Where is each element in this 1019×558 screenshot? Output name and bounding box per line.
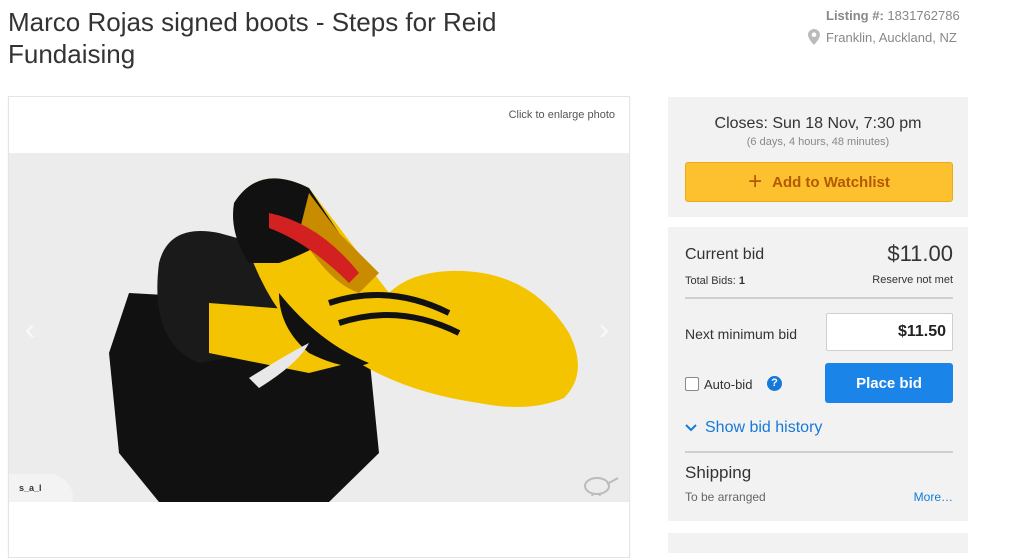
bid-amount-input[interactable]: $11.50 <box>826 313 953 351</box>
photo-card: Click to enlarge photo ‹ › s_a_l <box>8 96 630 558</box>
listing-number: 1831762786 <box>887 8 960 23</box>
shipping-label: Shipping <box>685 463 752 482</box>
bid-actions: Auto-bid ? Place bid <box>685 363 953 403</box>
chevron-left-icon[interactable]: ‹ <box>25 313 35 347</box>
total-bids: Total Bids: 1 <box>685 275 745 287</box>
enlarge-photo-link[interactable]: Click to enlarge photo <box>509 109 615 121</box>
chevron-down-icon <box>685 424 697 432</box>
location: Franklin, Auckland, NZ <box>808 29 978 45</box>
chevron-right-icon[interactable]: › <box>599 313 609 347</box>
bid-history-label: Show bid history <box>705 419 823 436</box>
listing-title: Marco Rojas signed boots - Steps for Rei… <box>8 7 497 69</box>
listing-info: Listing #: 1831762786 Franklin, Auckland… <box>808 8 978 45</box>
plus-icon: + <box>748 168 763 195</box>
autobid-checkbox[interactable] <box>685 377 699 391</box>
show-bid-history-link[interactable]: Show bid history <box>685 419 822 437</box>
shipping-section: Shipping To be arranged More… <box>685 461 953 511</box>
photo-watermark: s_a_l <box>9 474 73 502</box>
total-bids-count: 1 <box>738 275 745 287</box>
reserve-status: Reserve not met <box>872 274 953 286</box>
listing-number-line: Listing #: 1831762786 <box>808 8 978 23</box>
next-panel <box>668 533 968 553</box>
closes-time: Closes: Sun 18 Nov, 7:30 pm <box>714 115 922 132</box>
bid-history-section: Show bid history <box>685 417 953 453</box>
map-pin-icon <box>808 29 820 45</box>
current-bid-section: Current bid $11.00 Total Bids: 1 Reserve… <box>685 241 953 299</box>
current-bid-value: $11.00 <box>887 241 953 266</box>
location-text: Franklin, Auckland, NZ <box>826 29 957 45</box>
place-bid-button[interactable]: Place bid <box>825 363 953 403</box>
boots-photo-illustration <box>9 153 629 502</box>
add-to-watchlist-button[interactable]: + Add to Watchlist <box>685 162 953 202</box>
autobid-label[interactable]: Auto-bid <box>704 377 752 392</box>
current-bid-label: Current bid <box>685 246 765 263</box>
closing-panel: Closes: Sun 18 Nov, 7:30 pm (6 days, 4 h… <box>668 97 968 217</box>
next-min-bid-label: Next minimum bid <box>685 326 798 342</box>
shipping-value: To be arranged <box>685 490 766 504</box>
total-bids-label: Total Bids: <box>685 275 736 287</box>
help-icon[interactable]: ? <box>767 376 782 391</box>
shipping-more-link[interactable]: More… <box>914 490 953 504</box>
time-remaining: (6 days, 4 hours, 48 minutes) <box>746 136 890 148</box>
watchlist-label: Add to Watchlist <box>772 173 890 191</box>
bidding-panel: Current bid $11.00 Total Bids: 1 Reserve… <box>668 227 968 521</box>
main-photo[interactable]: ‹ › s_a_l <box>9 153 629 502</box>
next-bid-section: Next minimum bid $11.50 <box>685 313 953 353</box>
listing-number-label: Listing #: <box>826 8 884 23</box>
kiwi-logo-icon <box>584 477 619 496</box>
